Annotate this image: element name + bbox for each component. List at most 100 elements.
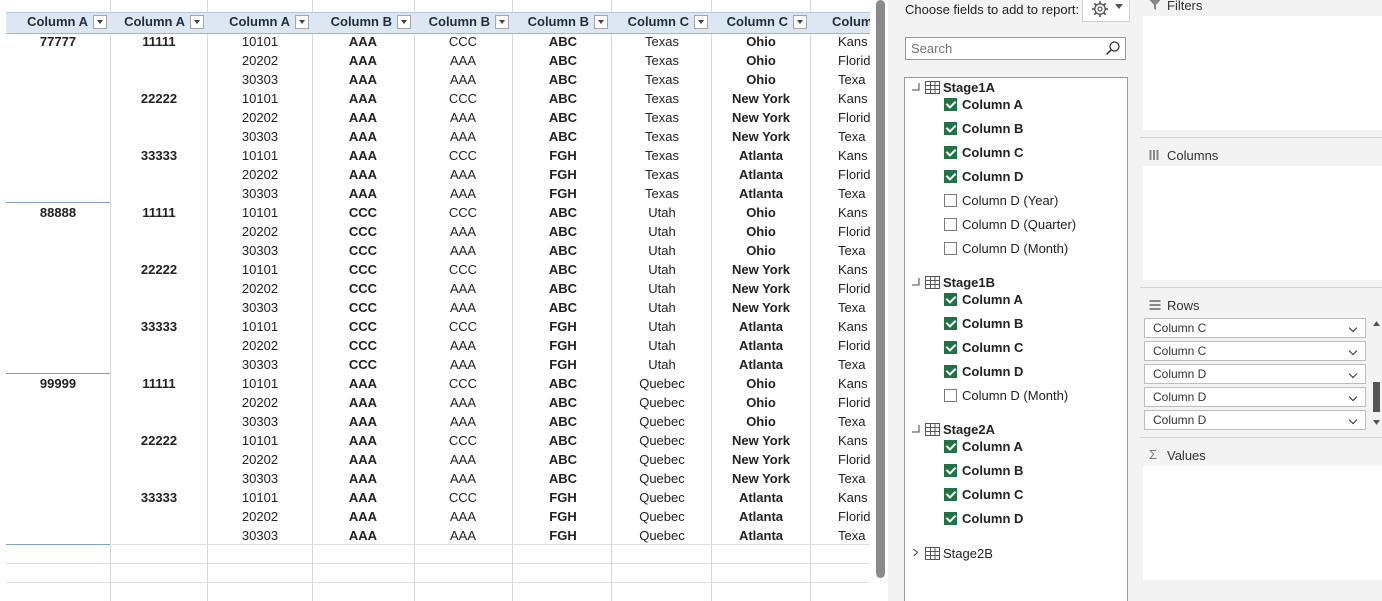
- chevron-down-icon[interactable]: [1348, 346, 1358, 356]
- rows-area-scrollbar[interactable]: [1371, 318, 1382, 430]
- table-cell[interactable]: ABC: [515, 222, 611, 241]
- table-cell[interactable]: AAA: [315, 431, 411, 450]
- table-cell[interactable]: Texa: [838, 298, 870, 317]
- field-checkbox[interactable]: [944, 98, 957, 111]
- table-cell[interactable]: AAA: [415, 279, 511, 298]
- filter-dropdown-icon[interactable]: [694, 15, 708, 29]
- filter-dropdown-icon[interactable]: [495, 15, 509, 29]
- table-cell[interactable]: Ohio: [713, 32, 809, 51]
- table-cell[interactable]: 11111: [111, 32, 207, 51]
- table-cell[interactable]: AAA: [315, 526, 411, 545]
- table-cell[interactable]: 11111: [111, 203, 207, 222]
- table-cell[interactable]: 10101: [212, 32, 308, 51]
- table-cell[interactable]: Kans: [838, 431, 870, 450]
- table-cell[interactable]: Utah: [614, 260, 710, 279]
- table-cell[interactable]: ABC: [515, 393, 611, 412]
- table-cell[interactable]: AAA: [315, 374, 411, 393]
- table-cell[interactable]: Kans: [838, 374, 870, 393]
- table-cell[interactable]: New York: [713, 279, 809, 298]
- row-group-label[interactable]: 77777: [10, 32, 106, 51]
- table-cell[interactable]: 10101: [212, 203, 308, 222]
- table-cell[interactable]: Kans: [838, 260, 870, 279]
- table-cell[interactable]: 10101: [212, 374, 308, 393]
- table-cell[interactable]: AAA: [315, 32, 411, 51]
- table-cell[interactable]: AAA: [315, 108, 411, 127]
- table-cell[interactable]: AAA: [415, 70, 511, 89]
- table-cell[interactable]: CCC: [315, 279, 411, 298]
- table-cell[interactable]: Utah: [614, 355, 710, 374]
- table-cell[interactable]: Florid: [838, 51, 870, 70]
- table-cell[interactable]: ABC: [515, 374, 611, 393]
- table-cell[interactable]: 33333: [111, 317, 207, 336]
- table-cell[interactable]: CCC: [315, 317, 411, 336]
- table-cell[interactable]: Florid: [838, 393, 870, 412]
- table-cell[interactable]: 10101: [212, 431, 308, 450]
- table-cell[interactable]: AAA: [415, 241, 511, 260]
- table-cell[interactable]: CCC: [415, 488, 511, 507]
- table-cell[interactable]: Quebec: [614, 488, 710, 507]
- table-cell[interactable]: 22222: [111, 89, 207, 108]
- filter-dropdown-icon[interactable]: [295, 15, 309, 29]
- table-cell[interactable]: ABC: [515, 450, 611, 469]
- rows-field-item[interactable]: Column D: [1144, 364, 1366, 384]
- table-cell[interactable]: 10101: [212, 488, 308, 507]
- table-cell[interactable]: AAA: [315, 146, 411, 165]
- collapse-icon[interactable]: [911, 277, 920, 286]
- table-cell[interactable]: 20202: [212, 108, 308, 127]
- chevron-down-icon[interactable]: [1348, 415, 1358, 425]
- table-cell[interactable]: 30303: [212, 298, 308, 317]
- table-cell[interactable]: Florid: [838, 507, 870, 526]
- table-cell[interactable]: Texa: [838, 127, 870, 146]
- table-cell[interactable]: Texas: [614, 127, 710, 146]
- table-cell[interactable]: Ohio: [713, 222, 809, 241]
- table-cell[interactable]: Quebec: [614, 374, 710, 393]
- table-cell[interactable]: Kans: [838, 89, 870, 108]
- values-drop-area[interactable]: [1143, 466, 1382, 580]
- field-checkbox[interactable]: [944, 293, 957, 306]
- rows-field-item[interactable]: Column C: [1144, 341, 1366, 361]
- table-cell[interactable]: 20202: [212, 507, 308, 526]
- table-cell[interactable]: 30303: [212, 241, 308, 260]
- table-cell[interactable]: Atlanta: [713, 488, 809, 507]
- table-cell[interactable]: Kans: [838, 32, 870, 51]
- table-cell[interactable]: Texa: [838, 355, 870, 374]
- table-cell[interactable]: ABC: [515, 469, 611, 488]
- table-cell[interactable]: 20202: [212, 222, 308, 241]
- table-cell[interactable]: Florid: [838, 336, 870, 355]
- table-cell[interactable]: Florid: [838, 108, 870, 127]
- table-cell[interactable]: Texas: [614, 184, 710, 203]
- column-header[interactable]: Column A: [6, 12, 110, 32]
- field-checkbox[interactable]: [944, 170, 957, 183]
- table-cell[interactable]: 30303: [212, 184, 308, 203]
- field-checkbox[interactable]: [944, 122, 957, 135]
- table-cell[interactable]: ABC: [515, 260, 611, 279]
- table-cell[interactable]: Texas: [614, 51, 710, 70]
- table-cell[interactable]: Florid: [838, 279, 870, 298]
- table-cell[interactable]: Ohio: [713, 374, 809, 393]
- table-cell[interactable]: Atlanta: [713, 336, 809, 355]
- table-cell[interactable]: CCC: [415, 32, 511, 51]
- table-cell[interactable]: AAA: [415, 507, 511, 526]
- field-checkbox[interactable]: [944, 317, 957, 330]
- chevron-down-icon[interactable]: [1348, 323, 1358, 333]
- table-cell[interactable]: Texas: [614, 70, 710, 89]
- table-cell[interactable]: Ohio: [713, 203, 809, 222]
- field-checkbox[interactable]: [944, 194, 957, 207]
- table-cell[interactable]: 10101: [212, 260, 308, 279]
- table-cell[interactable]: AAA: [415, 165, 511, 184]
- table-cell[interactable]: ABC: [515, 412, 611, 431]
- table-cell[interactable]: New York: [713, 298, 809, 317]
- table-cell[interactable]: 20202: [212, 165, 308, 184]
- table-cell[interactable]: AAA: [415, 450, 511, 469]
- column-header[interactable]: Column C: [711, 12, 810, 32]
- table-cell[interactable]: Quebec: [614, 450, 710, 469]
- table-cell[interactable]: FGH: [515, 526, 611, 545]
- table-cell[interactable]: AAA: [315, 412, 411, 431]
- table-cell[interactable]: AAA: [415, 184, 511, 203]
- table-cell[interactable]: Utah: [614, 317, 710, 336]
- table-cell[interactable]: 22222: [111, 260, 207, 279]
- table-cell[interactable]: AAA: [315, 51, 411, 70]
- table-cell[interactable]: ABC: [515, 70, 611, 89]
- table-cell[interactable]: Quebec: [614, 526, 710, 545]
- table-cell[interactable]: Texa: [838, 412, 870, 431]
